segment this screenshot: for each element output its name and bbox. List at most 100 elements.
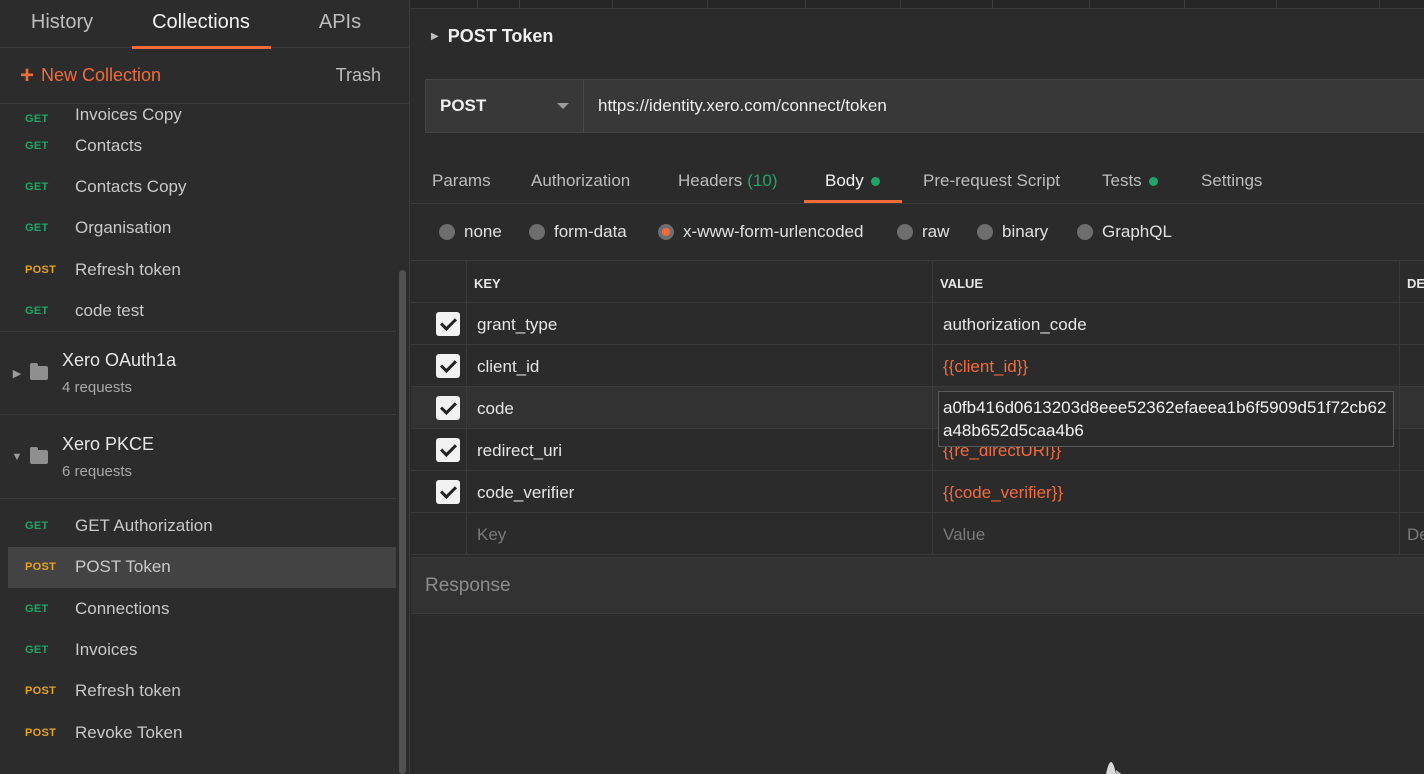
key-cell[interactable]: client_id (477, 357, 539, 377)
trash-button[interactable]: Trash (336, 65, 381, 86)
radio-x-www-form-urlencoded[interactable]: x-www-form-urlencoded (658, 222, 863, 242)
tab-prerequest-label: Pre-request Script (923, 171, 1060, 190)
tab-headers-label: Headers (678, 171, 743, 190)
value-edit-field[interactable]: a0fb416d0613203d8eee52362efaeea1b6f5909d… (938, 391, 1394, 447)
sidebar-actions: + New Collection Trash (0, 48, 409, 104)
request-name: Revoke Token (75, 722, 183, 742)
value-cell[interactable]: authorization_code (943, 315, 1087, 335)
request-item-selected[interactable]: POST POST Token (8, 546, 396, 589)
request-item[interactable]: GET Invoices (0, 629, 396, 670)
chevron-down-icon (557, 103, 569, 109)
request-title[interactable]: ▶ POST Token (411, 9, 1424, 63)
row-checkbox[interactable] (436, 480, 460, 504)
sidebar: History Collections APIs + New Collectio… (0, 0, 410, 774)
request-item[interactable]: GET Invoices Copy (0, 104, 396, 125)
request-item[interactable]: GET Contacts (0, 125, 396, 166)
tab-headers[interactable]: Headers (10) (678, 171, 778, 191)
request-item[interactable]: GET Connections (0, 588, 396, 629)
table-header: KEY VALUE DE (411, 260, 1424, 303)
tab-prerequest-script[interactable]: Pre-request Script (923, 171, 1060, 191)
status-dot-icon (1148, 176, 1158, 186)
headers-count: (10) (747, 171, 778, 190)
key-cell[interactable]: code (477, 399, 514, 419)
caret-down-icon[interactable]: ▼ (0, 451, 30, 463)
folder-count: 6 requests (62, 462, 133, 480)
request-name: Refresh token (75, 681, 181, 701)
request-item[interactable]: GET code test (0, 290, 396, 331)
radio-binary[interactable]: binary (977, 222, 1048, 242)
tab-authorization[interactable]: Authorization (531, 171, 630, 191)
folder-xero-pkce[interactable]: ▼ Xero PKCE 6 requests (0, 415, 396, 500)
open-tabs-strip[interactable] (411, 0, 1424, 9)
key-column-header: KEY (474, 276, 501, 291)
value-column-header: VALUE (940, 276, 984, 291)
radio-label: x-www-form-urlencoded (683, 222, 864, 241)
method-dropdown[interactable]: POST (426, 80, 584, 132)
radio-icon (439, 224, 455, 240)
radio-label: raw (922, 222, 950, 241)
caret-right-icon[interactable]: ▶ (0, 367, 30, 380)
tab-params[interactable]: Params (432, 171, 491, 191)
request-item[interactable]: GET Contacts Copy (0, 166, 396, 207)
radio-label: none (464, 222, 502, 241)
folder-xero-oauth1a[interactable]: ▶ Xero OAuth1a 4 requests (0, 331, 396, 416)
url-input[interactable] (584, 80, 1424, 132)
radio-icon (1077, 224, 1093, 240)
description-placeholder[interactable]: De (1407, 525, 1424, 545)
method-badge: POST (25, 263, 57, 276)
request-name: Connections (75, 598, 170, 618)
tab-tests[interactable]: Tests (1102, 171, 1158, 191)
table-row: grant_type authorization_code (411, 303, 1424, 345)
folder-count: 4 requests (62, 379, 133, 397)
key-cell[interactable]: redirect_uri (477, 441, 562, 461)
new-collection-label: New Collection (41, 65, 162, 85)
radio-raw[interactable]: raw (897, 222, 949, 242)
request-item[interactable]: POST Revoke Token (0, 712, 396, 753)
method-value: POST (440, 96, 487, 115)
request-name: GET Authorization (75, 516, 213, 536)
radio-graphql[interactable]: GraphQL (1077, 222, 1172, 242)
method-badge: GET (25, 304, 49, 317)
row-checkbox[interactable] (436, 396, 460, 420)
request-item[interactable]: POST Refresh token (0, 249, 396, 290)
key-cell[interactable]: code_verifier (477, 483, 574, 503)
key-cell[interactable]: grant_type (477, 315, 557, 335)
request-item[interactable]: GET GET Authorization (0, 505, 396, 546)
value-cell[interactable]: {{client_id}} (943, 357, 1028, 377)
tab-authorization-label: Authorization (531, 171, 631, 190)
folder-name: Xero PKCE (62, 433, 155, 454)
tab-settings[interactable]: Settings (1201, 171, 1262, 191)
row-checkbox[interactable] (436, 438, 460, 462)
method-badge: GET (25, 602, 49, 615)
row-checkbox[interactable] (436, 354, 460, 378)
request-item[interactable]: GET Organisation (0, 208, 396, 249)
request-name: Contacts (75, 135, 143, 155)
request-name: Invoices (75, 640, 138, 660)
tab-apis[interactable]: APIs (278, 0, 402, 47)
response-label: Response (425, 575, 511, 596)
body-type-options: none form-data x-www-form-urlencoded raw… (411, 218, 1424, 248)
request-item[interactable]: POST Refresh token (0, 671, 396, 712)
active-tab-underline (804, 200, 902, 203)
tab-history[interactable]: History (0, 0, 124, 47)
tab-collections[interactable]: Collections (124, 0, 278, 49)
row-checkbox[interactable] (436, 312, 460, 336)
new-collection-button[interactable]: + New Collection (20, 63, 162, 88)
tab-body-label: Body (825, 171, 864, 190)
radio-selected-icon (658, 224, 674, 240)
collection-tree: GET Invoices Copy GET Contacts GET Conta… (0, 104, 396, 774)
url-bar: POST (425, 79, 1424, 133)
request-name: Invoices Copy (75, 105, 182, 124)
table-row: code_verifier {{code_verifier}} (411, 471, 1424, 513)
caret-right-icon[interactable]: ▶ (431, 31, 439, 42)
method-badge: GET (25, 644, 49, 657)
radio-none[interactable]: none (439, 222, 502, 242)
value-placeholder[interactable]: Value (943, 525, 985, 545)
key-placeholder[interactable]: Key (477, 525, 506, 545)
sidebar-scrollbar[interactable] (399, 270, 406, 774)
response-panel-header[interactable]: Response (411, 557, 1424, 614)
tab-body[interactable]: Body (825, 171, 880, 191)
rocket-illustration-icon (1106, 762, 1122, 774)
radio-form-data[interactable]: form-data (529, 222, 627, 242)
value-cell[interactable]: {{code_verifier}} (943, 483, 1063, 503)
